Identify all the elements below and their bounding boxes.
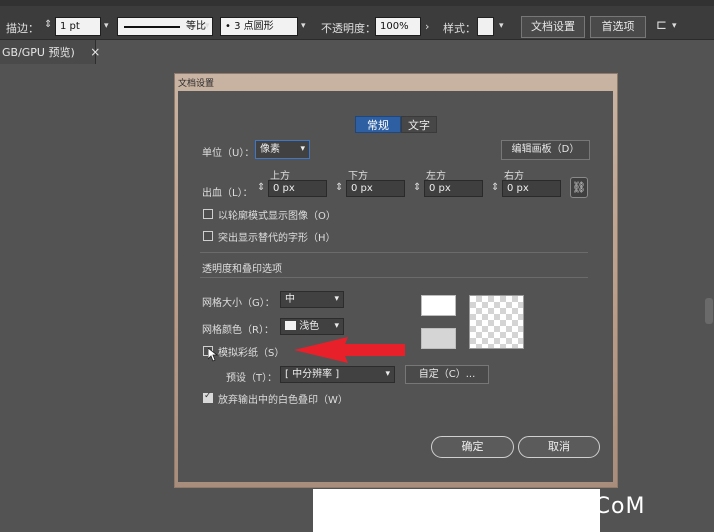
stroke-profile-select[interactable]: 等比 bbox=[117, 17, 213, 36]
mouse-cursor-icon bbox=[208, 348, 218, 362]
units-label: 单位（U）： bbox=[202, 148, 255, 159]
preset-select[interactable]: [ 中分辨率 ] ▾ bbox=[280, 366, 395, 383]
arrange-dropdown-icon[interactable]: ▾ bbox=[672, 21, 677, 31]
style-label: 样式： bbox=[443, 22, 476, 35]
stroke-profile-label: 等比 bbox=[186, 21, 206, 32]
opacity-label: 不透明度： bbox=[321, 22, 376, 35]
stroke-line-icon bbox=[124, 26, 180, 28]
arrange-icon[interactable]: ⊏ bbox=[656, 18, 667, 33]
stroke-weight-dropdown-icon[interactable]: ▾ bbox=[104, 21, 109, 31]
menu-bar-edge bbox=[0, 0, 714, 6]
bleed-left-stepper-icon[interactable]: ⇕ bbox=[413, 182, 421, 193]
outline-images-checkbox[interactable] bbox=[203, 209, 213, 219]
custom-button[interactable]: 自定（C）... bbox=[405, 365, 489, 384]
bleed-bottom-stepper-icon[interactable]: ⇕ bbox=[335, 182, 343, 193]
brush-select[interactable]: • 3 点圆形 bbox=[220, 17, 298, 36]
opacity-field[interactable]: 100% bbox=[375, 17, 421, 36]
ok-button[interactable]: 确定 bbox=[431, 436, 514, 458]
grid-color-swatch bbox=[285, 321, 296, 330]
brush-dropdown-icon[interactable]: ▾ bbox=[301, 21, 306, 31]
bleed-right-stepper-icon[interactable]: ⇕ bbox=[491, 182, 499, 193]
units-select[interactable]: 像素 ▾ bbox=[255, 140, 310, 159]
dialog-title: 文档设置 bbox=[178, 79, 215, 89]
cancel-button[interactable]: 取消 bbox=[518, 436, 600, 458]
opacity-arrow-icon[interactable]: › bbox=[425, 20, 429, 33]
document-tab-label: GB/GPU 预览) bbox=[2, 46, 75, 59]
close-tab-icon[interactable]: × bbox=[90, 45, 100, 59]
grid-size-select[interactable]: 中 ▾ bbox=[280, 291, 344, 308]
bleed-top-stepper-icon[interactable]: ⇕ bbox=[257, 182, 265, 193]
bleed-right-field[interactable]: 0 px bbox=[502, 180, 561, 197]
discard-white-overprint-label: 放弃输出中的白色叠印（W） bbox=[218, 395, 348, 406]
grid-color-swatch-1[interactable] bbox=[421, 295, 456, 316]
stroke-weight-field[interactable]: 1 pt bbox=[55, 17, 101, 36]
grid-size-label: 网格大小（G）： bbox=[202, 298, 275, 309]
edit-artboards-button[interactable]: 编辑画板（D） bbox=[501, 140, 590, 160]
bleed-left-field[interactable]: 0 px bbox=[424, 180, 483, 197]
preset-dropdown-icon: ▾ bbox=[385, 369, 390, 379]
stroke-stepper-icon[interactable]: ⇕ bbox=[44, 19, 52, 30]
stroke-profile-dropdown-icon[interactable]: ▾ bbox=[205, 21, 210, 31]
style-swatch[interactable] bbox=[477, 17, 494, 36]
bleed-label: 出血（L）： bbox=[202, 188, 253, 199]
discard-white-overprint-checkbox[interactable]: ✓ bbox=[203, 391, 213, 403]
bleed-top-field[interactable]: 0 px bbox=[268, 180, 327, 197]
transparency-section-title: 透明度和叠印选项 bbox=[202, 264, 282, 275]
link-chain-icon[interactable]: ⛓ bbox=[570, 177, 588, 198]
vertical-scrollbar[interactable] bbox=[705, 298, 713, 324]
preset-value: [ 中分辨率 ] bbox=[285, 369, 340, 380]
highlight-glyphs-label: 突出显示替代的字形（H） bbox=[218, 233, 336, 244]
grid-color-select[interactable]: 浅色 ▾ bbox=[280, 318, 344, 335]
checkmark-icon: ✓ bbox=[204, 391, 212, 401]
stroke-label: 描边： bbox=[6, 22, 39, 35]
grid-color-label: 网格颜色（R）： bbox=[202, 325, 274, 336]
bleed-bottom-field[interactable]: 0 px bbox=[346, 180, 405, 197]
outline-images-label: 以轮廓模式显示图像（O） bbox=[218, 211, 336, 222]
section-divider bbox=[200, 277, 588, 278]
preferences-button[interactable]: 首选项 bbox=[590, 16, 646, 38]
units-dropdown-icon: ▾ bbox=[300, 144, 305, 154]
units-value: 像素 bbox=[260, 144, 280, 155]
tab-general[interactable]: 常规 bbox=[355, 116, 401, 133]
highlight-glyphs-checkbox[interactable] bbox=[203, 231, 213, 241]
transparency-grid-preview bbox=[469, 295, 524, 349]
document-tab[interactable]: GB/GPU 预览) × bbox=[0, 40, 100, 64]
style-dropdown-icon[interactable]: ▾ bbox=[499, 21, 504, 31]
grid-color-swatch-2[interactable] bbox=[421, 328, 456, 349]
grid-color-dropdown-icon: ▾ bbox=[334, 321, 339, 331]
preset-label: 预设（T）： bbox=[226, 373, 278, 384]
grid-color-value: 浅色 bbox=[299, 321, 320, 332]
doc-setup-button[interactable]: 文档设置 bbox=[521, 16, 585, 38]
simulate-paper-label: 模拟彩纸（S） bbox=[218, 348, 285, 359]
section-divider bbox=[200, 252, 588, 253]
brush-label: 3 点圆形 bbox=[234, 21, 274, 32]
brush-dot-icon: • bbox=[225, 21, 231, 32]
tab-type[interactable]: 文字 bbox=[401, 116, 437, 133]
grid-size-value: 中 bbox=[285, 294, 295, 305]
grid-size-dropdown-icon: ▾ bbox=[334, 294, 339, 304]
annotation-arrow-icon bbox=[294, 337, 405, 363]
watermark-logo: UiBQ.CoM bbox=[528, 494, 646, 519]
